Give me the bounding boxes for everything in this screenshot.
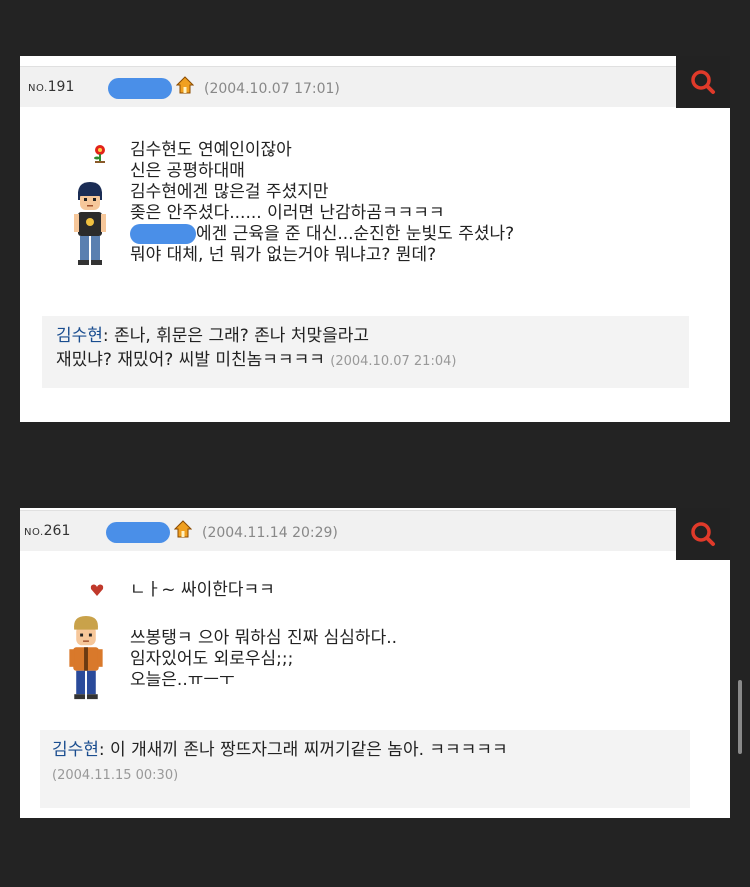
heart-icon bbox=[90, 584, 104, 596]
comment-author[interactable]: 김수현 bbox=[56, 326, 103, 346]
comment-box: 김수현: 존나, 휘문은 그래? 존나 처맞을라고 재밌냐? 재밌어? 씨발 미… bbox=[42, 316, 689, 388]
author-nickname[interactable] bbox=[108, 78, 172, 99]
post-card-191: NO.191 (2004.10.07 17:01) 김수현도 연예인이잖아 신은… bbox=[20, 56, 730, 422]
avatar bbox=[74, 182, 106, 265]
post-line: 임자있어도 외로우심;;; bbox=[130, 649, 294, 669]
post-line: 김수현도 연예인이잖아 bbox=[130, 140, 292, 160]
post-date: (2004.11.14 20:29) bbox=[202, 525, 338, 541]
post-line: ㄴㅏ~ 싸이한다ㅋㅋ bbox=[130, 580, 275, 600]
post-line: 김수현에겐 많은걸 주셨지만 bbox=[130, 182, 329, 202]
post-body: ㄴㅏ~ 싸이한다ㅋㅋ bbox=[130, 580, 275, 601]
comment-line: 김수현: 존나, 휘문은 그래? 존나 처맞을라고 bbox=[56, 326, 370, 346]
post-line: 좆은 안주셨다...... 이러면 난감하곰ㅋㅋㅋㅋ bbox=[130, 203, 445, 223]
post-card-261: NO.261 (2004.11.14 20:29) ㄴㅏ~ 싸이한다ㅋㅋ 쓰봉탱… bbox=[20, 508, 730, 818]
search-button[interactable] bbox=[676, 56, 730, 108]
post-header: NO.191 (2004.10.07 17:01) bbox=[20, 66, 676, 107]
search-button[interactable] bbox=[676, 508, 730, 560]
post-body: 쓰봉탱ㅋ 으아 뭐하심 진짜 심심하다.. 임자있어도 외로우심;;; 오늘은.… bbox=[130, 628, 397, 691]
comment-date: (2004.11.15 00:30) bbox=[52, 768, 179, 783]
author-nickname[interactable] bbox=[106, 522, 170, 543]
comment-line: (2004.11.15 00:30) bbox=[52, 762, 690, 788]
post-line: 오늘은..ㅠㅡㅜ bbox=[130, 670, 235, 690]
post-body: 김수현도 연예인이잖아 신은 공평하대매 김수현에겐 많은걸 주셨지만 좆은 안… bbox=[130, 140, 514, 266]
post-line: 신은 공평하대매 bbox=[130, 161, 245, 181]
comment-line: 재밌냐? 재밌어? 씨발 미친놈ㅋㅋㅋㅋ (2004.10.07 21:04) bbox=[56, 350, 457, 370]
post-number: NO.261 bbox=[24, 523, 71, 539]
post-line: 에겐 근육을 준 대신...순진한 눈빛도 주셨나? bbox=[130, 224, 514, 245]
comment-line: 김수현: 이 개새끼 존나 짱뜨자그래 찌꺼기같은 놈아. ㅋㅋㅋㅋㅋ bbox=[52, 740, 508, 760]
minihome-icon[interactable] bbox=[174, 520, 192, 538]
avatar bbox=[69, 615, 103, 700]
comment-box: 김수현: 이 개새끼 존나 짱뜨자그래 찌꺼기같은 놈아. ㅋㅋㅋㅋㅋ (200… bbox=[40, 730, 690, 808]
post-header: NO.261 (2004.11.14 20:29) bbox=[20, 510, 676, 551]
post-number: NO.191 bbox=[28, 79, 75, 95]
comment-date: (2004.10.07 21:04) bbox=[330, 354, 457, 369]
comment-author[interactable]: 김수현 bbox=[52, 740, 99, 760]
post-date: (2004.10.07 17:01) bbox=[204, 81, 340, 97]
post-line: 뭐야 대체, 넌 뭐가 없는거야 뭐냐고? 뭔데? bbox=[130, 245, 437, 265]
post-line: 쓰봉탱ㅋ 으아 뭐하심 진짜 심심하다.. bbox=[130, 628, 398, 648]
redacted-name bbox=[130, 224, 196, 244]
search-icon bbox=[691, 522, 715, 546]
minihome-icon[interactable] bbox=[176, 76, 194, 94]
flower-icon bbox=[94, 145, 105, 163]
search-icon bbox=[691, 70, 715, 94]
scrollbar-thumb[interactable] bbox=[738, 680, 742, 754]
